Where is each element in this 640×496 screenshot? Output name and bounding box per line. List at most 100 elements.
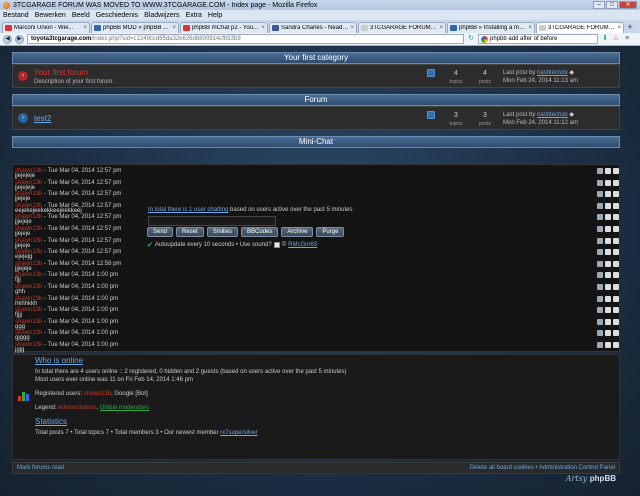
bbcodes-button[interactable]: BBCodes [241, 227, 279, 237]
delete-icon[interactable] [613, 272, 619, 279]
footer-links[interactable]: Delete all board cookies • Administratio… [470, 463, 615, 473]
menu-beeld[interactable]: Beeld [72, 12, 90, 19]
browser-tab[interactable]: phpBB mChat p2 - You... × [180, 22, 268, 33]
quote-icon[interactable] [605, 168, 611, 174]
quote-icon[interactable] [605, 284, 611, 290]
sound-checkbox[interactable] [273, 242, 280, 248]
browser-tab[interactable]: phpBB MOD » phpBB ... × [91, 22, 179, 33]
forum-row-first[interactable]: › Your first forum Description of your f… [12, 64, 620, 88]
browser-tab[interactable]: phpBB » Installing a mo... × [447, 22, 535, 33]
mark-forums-read-link[interactable]: Mark forums read [17, 463, 64, 473]
delete-icon[interactable] [613, 318, 619, 325]
archive-button[interactable]: Archive [281, 227, 314, 237]
browser-tab[interactable]: Marconi Union - Wei... × [2, 22, 90, 33]
browser-tab[interactable]: Sandra Charles - Nead ... × [269, 22, 357, 33]
quote-icon[interactable] [605, 342, 611, 348]
reload-icon[interactable]: ↻ [467, 35, 475, 43]
maximize-button[interactable]: □ [606, 1, 618, 9]
quote-icon[interactable] [605, 260, 611, 267]
menu-bestand[interactable]: Bestand [3, 12, 29, 19]
author-link[interactable]: RMcGirr83 [288, 242, 317, 248]
registered-user-link[interactable]: shawn13b [84, 391, 111, 397]
ip-icon[interactable] [597, 168, 603, 174]
view-post-icon[interactable]: ◆ [569, 112, 574, 118]
ip-icon[interactable] [597, 237, 603, 244]
ip-icon[interactable] [597, 249, 603, 256]
delete-icon[interactable] [613, 342, 619, 348]
feed-icon[interactable] [427, 111, 435, 119]
newest-member-link[interactable]: rx7supersilver [220, 430, 257, 436]
quote-icon[interactable] [605, 249, 611, 256]
delete-icon[interactable] [613, 202, 619, 209]
menu-bladwijzers[interactable]: Bladwijzers [144, 12, 179, 19]
ip-icon[interactable] [597, 330, 603, 337]
last-post-user[interactable]: nashtechdx [537, 70, 568, 76]
delete-icon[interactable] [613, 260, 619, 267]
legend-mods[interactable]: Global moderators [100, 405, 149, 411]
download-icon[interactable]: ⬇ [601, 35, 609, 43]
quote-icon[interactable] [605, 318, 611, 325]
legend-admins[interactable]: Administrators [58, 405, 96, 411]
search-input[interactable]: phpbb add after of before [478, 34, 598, 44]
send-button[interactable]: Send [147, 227, 174, 237]
delete-icon[interactable] [613, 330, 619, 337]
tab-close-icon[interactable]: × [528, 25, 532, 31]
home-icon[interactable]: ⌂ [612, 35, 620, 43]
ip-icon[interactable] [597, 260, 603, 267]
tab-close-icon[interactable]: × [83, 25, 87, 31]
category-header-2[interactable]: Forum [12, 94, 620, 106]
close-button[interactable]: ✕ [619, 1, 637, 9]
delete-icon[interactable] [613, 237, 619, 244]
view-post-icon[interactable]: ◆ [569, 70, 574, 76]
ip-icon[interactable] [597, 272, 603, 279]
delete-icon[interactable] [613, 295, 619, 302]
forward-button[interactable]: ▶ [15, 34, 24, 44]
quote-icon[interactable] [605, 226, 611, 232]
feed-icon[interactable] [427, 69, 435, 77]
tab-close-icon[interactable]: × [439, 25, 443, 31]
back-button[interactable]: ◀ [3, 34, 12, 44]
menu-extra[interactable]: Extra [186, 12, 202, 19]
browser-tab[interactable]: 3TCGARAGE FORUM W... × [358, 22, 446, 33]
delete-icon[interactable] [613, 249, 619, 256]
new-tab-button[interactable]: + [625, 22, 635, 33]
smilies-button[interactable]: Smilies [206, 227, 239, 237]
last-post-user[interactable]: nashtechdx [537, 112, 568, 118]
browser-tab[interactable]: 3TCGARAGE FORUM W... × [536, 22, 624, 33]
ip-icon[interactable] [597, 295, 603, 302]
forum-row-test2[interactable]: › test2 3 topics 3 posts Last post by nash… [12, 106, 620, 130]
quote-icon[interactable] [605, 214, 611, 221]
menu-icon[interactable]: ≡ [623, 35, 631, 43]
menu-help[interactable]: Help [208, 12, 222, 19]
chat-message-input[interactable] [148, 216, 276, 226]
quote-icon[interactable] [605, 307, 611, 314]
tab-close-icon[interactable]: × [261, 25, 265, 31]
ip-icon[interactable] [597, 226, 603, 232]
tab-close-icon[interactable]: × [350, 25, 354, 31]
ip-icon[interactable] [597, 307, 603, 314]
quote-icon[interactable] [605, 191, 611, 198]
delete-icon[interactable] [613, 179, 619, 186]
delete-icon[interactable] [613, 307, 619, 314]
purge-button[interactable]: Purge [316, 227, 345, 237]
tab-close-icon[interactable]: × [617, 25, 621, 31]
reset-button[interactable]: Reset [176, 227, 204, 237]
url-bar[interactable]: toyota3tcgarage.com/index.php?sid=c1249c… [27, 34, 464, 44]
ip-icon[interactable] [597, 284, 603, 290]
quote-icon[interactable] [605, 179, 611, 186]
delete-icon[interactable] [613, 191, 619, 198]
delete-icon[interactable] [613, 284, 619, 290]
quote-icon[interactable] [605, 295, 611, 302]
delete-icon[interactable] [613, 168, 619, 174]
tab-close-icon[interactable]: × [172, 25, 176, 31]
delete-icon[interactable] [613, 226, 619, 232]
quote-icon[interactable] [605, 237, 611, 244]
ip-icon[interactable] [597, 214, 603, 221]
ip-icon[interactable] [597, 318, 603, 325]
menu-bewerken[interactable]: Bewerken [35, 12, 66, 19]
ip-icon[interactable] [597, 191, 603, 198]
who-is-online-title[interactable]: Who is online [35, 356, 83, 365]
ip-icon[interactable] [597, 202, 603, 209]
ip-icon[interactable] [597, 179, 603, 186]
menu-geschiedenis[interactable]: Geschiedenis [96, 12, 138, 19]
